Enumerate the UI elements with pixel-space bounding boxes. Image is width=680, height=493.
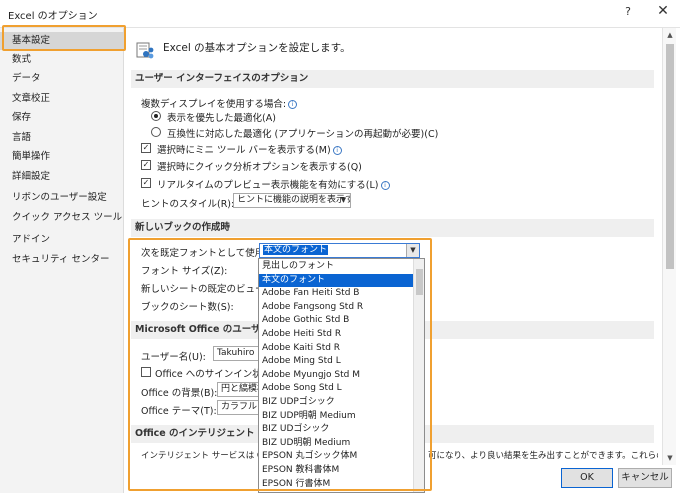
main-scrollbar[interactable]: ▲ ▼ [662,28,676,465]
sidebar-item-quick-access-toolbar[interactable]: クイック アクセス ツール バー [0,209,124,227]
highlight-frame-font [128,238,432,491]
sidebar-item-language[interactable]: 言語 [0,129,124,147]
intelligent-services-description-cont: 可になり、より良い結果を生み出すことができます。これらのサービスを [428,451,658,461]
scrollbar-thumb[interactable] [666,44,674,269]
sidebar-item-advanced[interactable]: 詳細設定 [0,168,124,186]
info-icon: i [332,146,342,155]
radio-optimize-appearance-label: 表示を優先した最適化(A) [167,113,276,124]
tooltip-style-label: ヒントのスタイル(R): [141,199,235,210]
radio-optimize-compatibility[interactable] [151,127,161,137]
sidebar-item-data[interactable]: データ [0,70,124,88]
new-workbook-header: 新しいブックの作成時 [131,219,654,237]
sidebar-item-trust-center[interactable]: セキュリティ センター [0,251,124,269]
sidebar-item-proofing[interactable]: 文章校正 [0,90,124,108]
scroll-up-icon[interactable]: ▲ [663,28,677,42]
tooltip-style-select[interactable]: ヒントに機能の説明を表示する ▼ [233,193,351,208]
cancel-button[interactable]: キャンセル [618,468,672,488]
info-icon: i [380,181,390,190]
checkbox-live-preview[interactable]: ✓ [141,178,151,188]
ok-button[interactable]: OK [561,468,613,488]
scroll-down-icon[interactable]: ▼ [663,451,677,465]
title-bar: Excel のオプション ? ✕ [0,0,680,28]
checkbox-quick-analysis-label: 選択時にクイック分析オプションを表示する(Q) [157,162,362,173]
close-button[interactable]: ✕ [653,3,673,23]
sidebar-item-addins[interactable]: アドイン [0,231,124,249]
ui-options-header: ユーザー インターフェイスのオプション [131,70,654,88]
sidebar: 基本設定 数式 データ 文章校正 保存 言語 簡単操作 詳細設定 リボンのユーザ… [0,28,124,493]
page-description: Excel の基本オプションを設定します。 [163,42,351,54]
checkbox-mini-toolbar[interactable]: ✓ [141,143,151,153]
help-button[interactable]: ? [620,5,636,21]
radio-optimize-appearance[interactable] [151,111,161,121]
multi-display-label: 複数ディスプレイを使用する場合: i [141,96,298,110]
checkbox-quick-analysis[interactable]: ✓ [141,160,151,170]
checkbox-live-preview-label: リアルタイムのプレビュー表示機能を有効にする(L) i [157,177,390,191]
radio-optimize-compatibility-label: 互換性に対応した最適化 (アプリケーションの再起動が必要)(C) [167,129,439,140]
options-icon [135,40,155,60]
info-icon: i [288,100,298,109]
sidebar-item-customize-ribbon[interactable]: リボンのユーザー設定 [0,189,124,207]
sidebar-item-formulas[interactable]: 数式 [0,51,124,69]
highlight-frame-nav [2,25,126,51]
sidebar-item-accessibility[interactable]: 簡単操作 [0,148,124,166]
chevron-down-icon: ▼ [340,196,347,204]
sidebar-item-save[interactable]: 保存 [0,109,124,127]
checkbox-mini-toolbar-label: 選択時にミニ ツール バーを表示する(M) i [157,142,342,156]
window-title: Excel のオプション [8,11,98,22]
